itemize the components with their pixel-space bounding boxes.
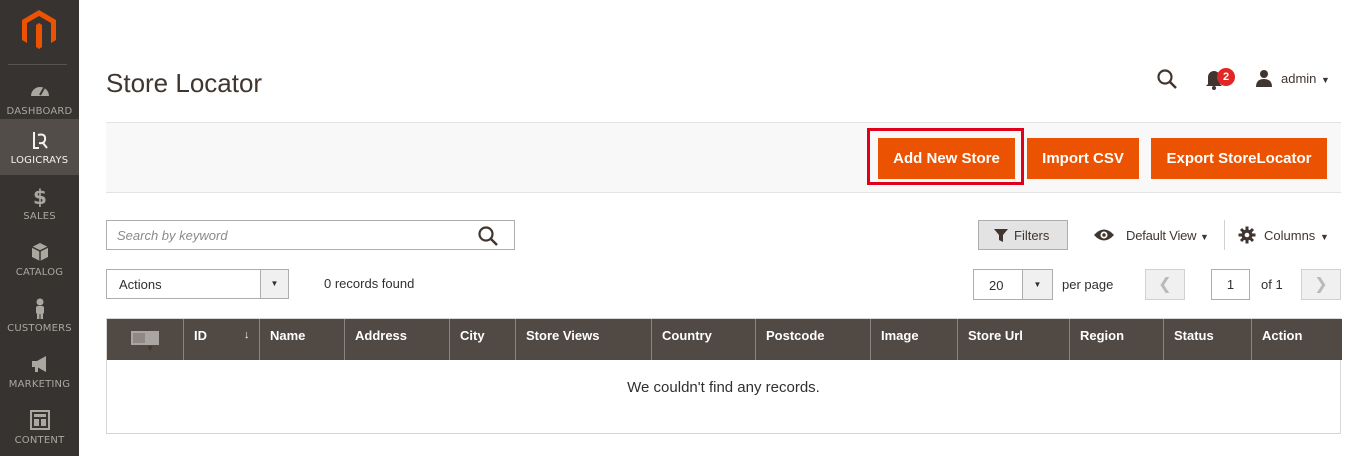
person-icon (36, 298, 44, 319)
next-page-button[interactable]: ❯ (1301, 269, 1341, 300)
sidebar-item-catalog[interactable]: CATALOG (0, 231, 79, 287)
sidebar-item-label: CATALOG (15, 267, 64, 278)
column-header-postcode[interactable]: Postcode (755, 319, 870, 360)
column-header-name[interactable]: Name (259, 319, 344, 360)
total-pages: of 1 (1261, 277, 1283, 292)
column-header-country[interactable]: Country (651, 319, 755, 360)
column-header-image[interactable]: Image (870, 319, 957, 360)
column-header-city[interactable]: City (449, 319, 515, 360)
chevron-down-icon[interactable]: ▼ (1321, 75, 1330, 85)
search-icon[interactable] (1156, 68, 1178, 90)
sort-arrow-icon[interactable]: ↓ (244, 319, 250, 352)
funnel-icon (994, 229, 1008, 242)
filters-button[interactable]: Filters (978, 220, 1068, 250)
notification-badge[interactable]: 2 (1217, 68, 1235, 86)
magento-logo[interactable] (22, 10, 56, 50)
divider (1224, 220, 1225, 250)
column-header-action[interactable]: Action (1251, 319, 1342, 360)
eye-icon[interactable] (1093, 227, 1115, 243)
column-header-region[interactable]: Region (1069, 319, 1163, 360)
chevron-down-icon[interactable]: ▼ (1320, 232, 1329, 242)
page-number-input[interactable] (1211, 269, 1250, 300)
search-input[interactable] (117, 221, 467, 249)
import-csv-button[interactable]: Import CSV (1027, 138, 1139, 179)
empty-state-message: We couldn't find any records. (627, 379, 820, 396)
dashboard-icon (31, 87, 49, 96)
chevron-down-icon[interactable]: ▼ (1022, 270, 1052, 299)
search-icon[interactable] (477, 225, 499, 247)
view-selector[interactable]: Default View (1126, 228, 1197, 243)
sidebar-item-logicrays[interactable]: LOGICRAYS (0, 119, 79, 175)
sidebar-item-dashboard[interactable]: DASHBOARD (0, 70, 79, 126)
records-count: 0 records found (324, 276, 415, 291)
per-page-value: 20 (989, 278, 1004, 293)
highlight-frame (867, 128, 1024, 185)
chevron-down-icon[interactable]: ▼ (260, 270, 288, 298)
sidebar-item-marketing[interactable]: MARKETING (0, 343, 79, 399)
sidebar-item-label: CONTENT (14, 435, 65, 446)
sidebar: DASHBOARD LOGICRAYS $ SALES CATALOG CUST (0, 0, 79, 456)
column-header-address[interactable]: Address (344, 319, 449, 360)
column-header-select[interactable]: ▼ (107, 319, 183, 360)
sidebar-item-label: CUSTOMERS (7, 323, 72, 334)
previous-page-button[interactable]: ❮ (1145, 269, 1185, 300)
svg-text:$: $ (33, 185, 47, 207)
column-header-status[interactable]: Status (1163, 319, 1251, 360)
dollar-icon: $ (33, 185, 47, 207)
mass-select-checkbox[interactable]: ▼ (131, 331, 159, 353)
columns-selector[interactable]: Columns (1264, 228, 1315, 243)
per-page-select[interactable]: 20 ▼ (973, 269, 1053, 300)
column-header-store-url[interactable]: Store Url (957, 319, 1069, 360)
chevron-down-icon[interactable]: ▼ (1200, 232, 1209, 242)
mass-actions-label: Actions (119, 277, 162, 292)
layout-icon (30, 410, 50, 430)
sidebar-divider (8, 64, 67, 65)
megaphone-icon (32, 356, 46, 372)
user-icon[interactable] (1255, 69, 1273, 87)
sidebar-item-label: SALES (23, 211, 56, 222)
sidebar-item-label: MARKETING (8, 379, 71, 390)
per-page-label: per page (1062, 277, 1114, 292)
sidebar-item-customers[interactable]: CUSTOMERS (0, 287, 79, 343)
sidebar-item-label: DASHBOARD (6, 106, 73, 117)
sidebar-item-sales[interactable]: $ SALES (0, 175, 79, 231)
filters-label: Filters (1014, 228, 1050, 243)
gear-icon[interactable] (1238, 226, 1256, 244)
sidebar-item-content[interactable]: CONTENT (0, 399, 79, 455)
box-icon (31, 243, 49, 261)
export-storelocator-button[interactable]: Export StoreLocator (1151, 138, 1327, 179)
table-header: ▼ ID ↓ Name Address City Store Views Cou… (107, 319, 1342, 360)
mass-actions-select[interactable]: Actions ▼ (106, 269, 289, 299)
admin-user-menu[interactable]: admin (1281, 71, 1316, 86)
store-grid: ▼ ID ↓ Name Address City Store Views Cou… (106, 318, 1342, 434)
logicrays-icon (33, 132, 48, 149)
column-header-store-views[interactable]: Store Views (515, 319, 651, 360)
sidebar-item-label: LOGICRAYS (10, 155, 69, 166)
page-title: Store Locator (106, 68, 263, 98)
keyword-search (106, 220, 515, 250)
